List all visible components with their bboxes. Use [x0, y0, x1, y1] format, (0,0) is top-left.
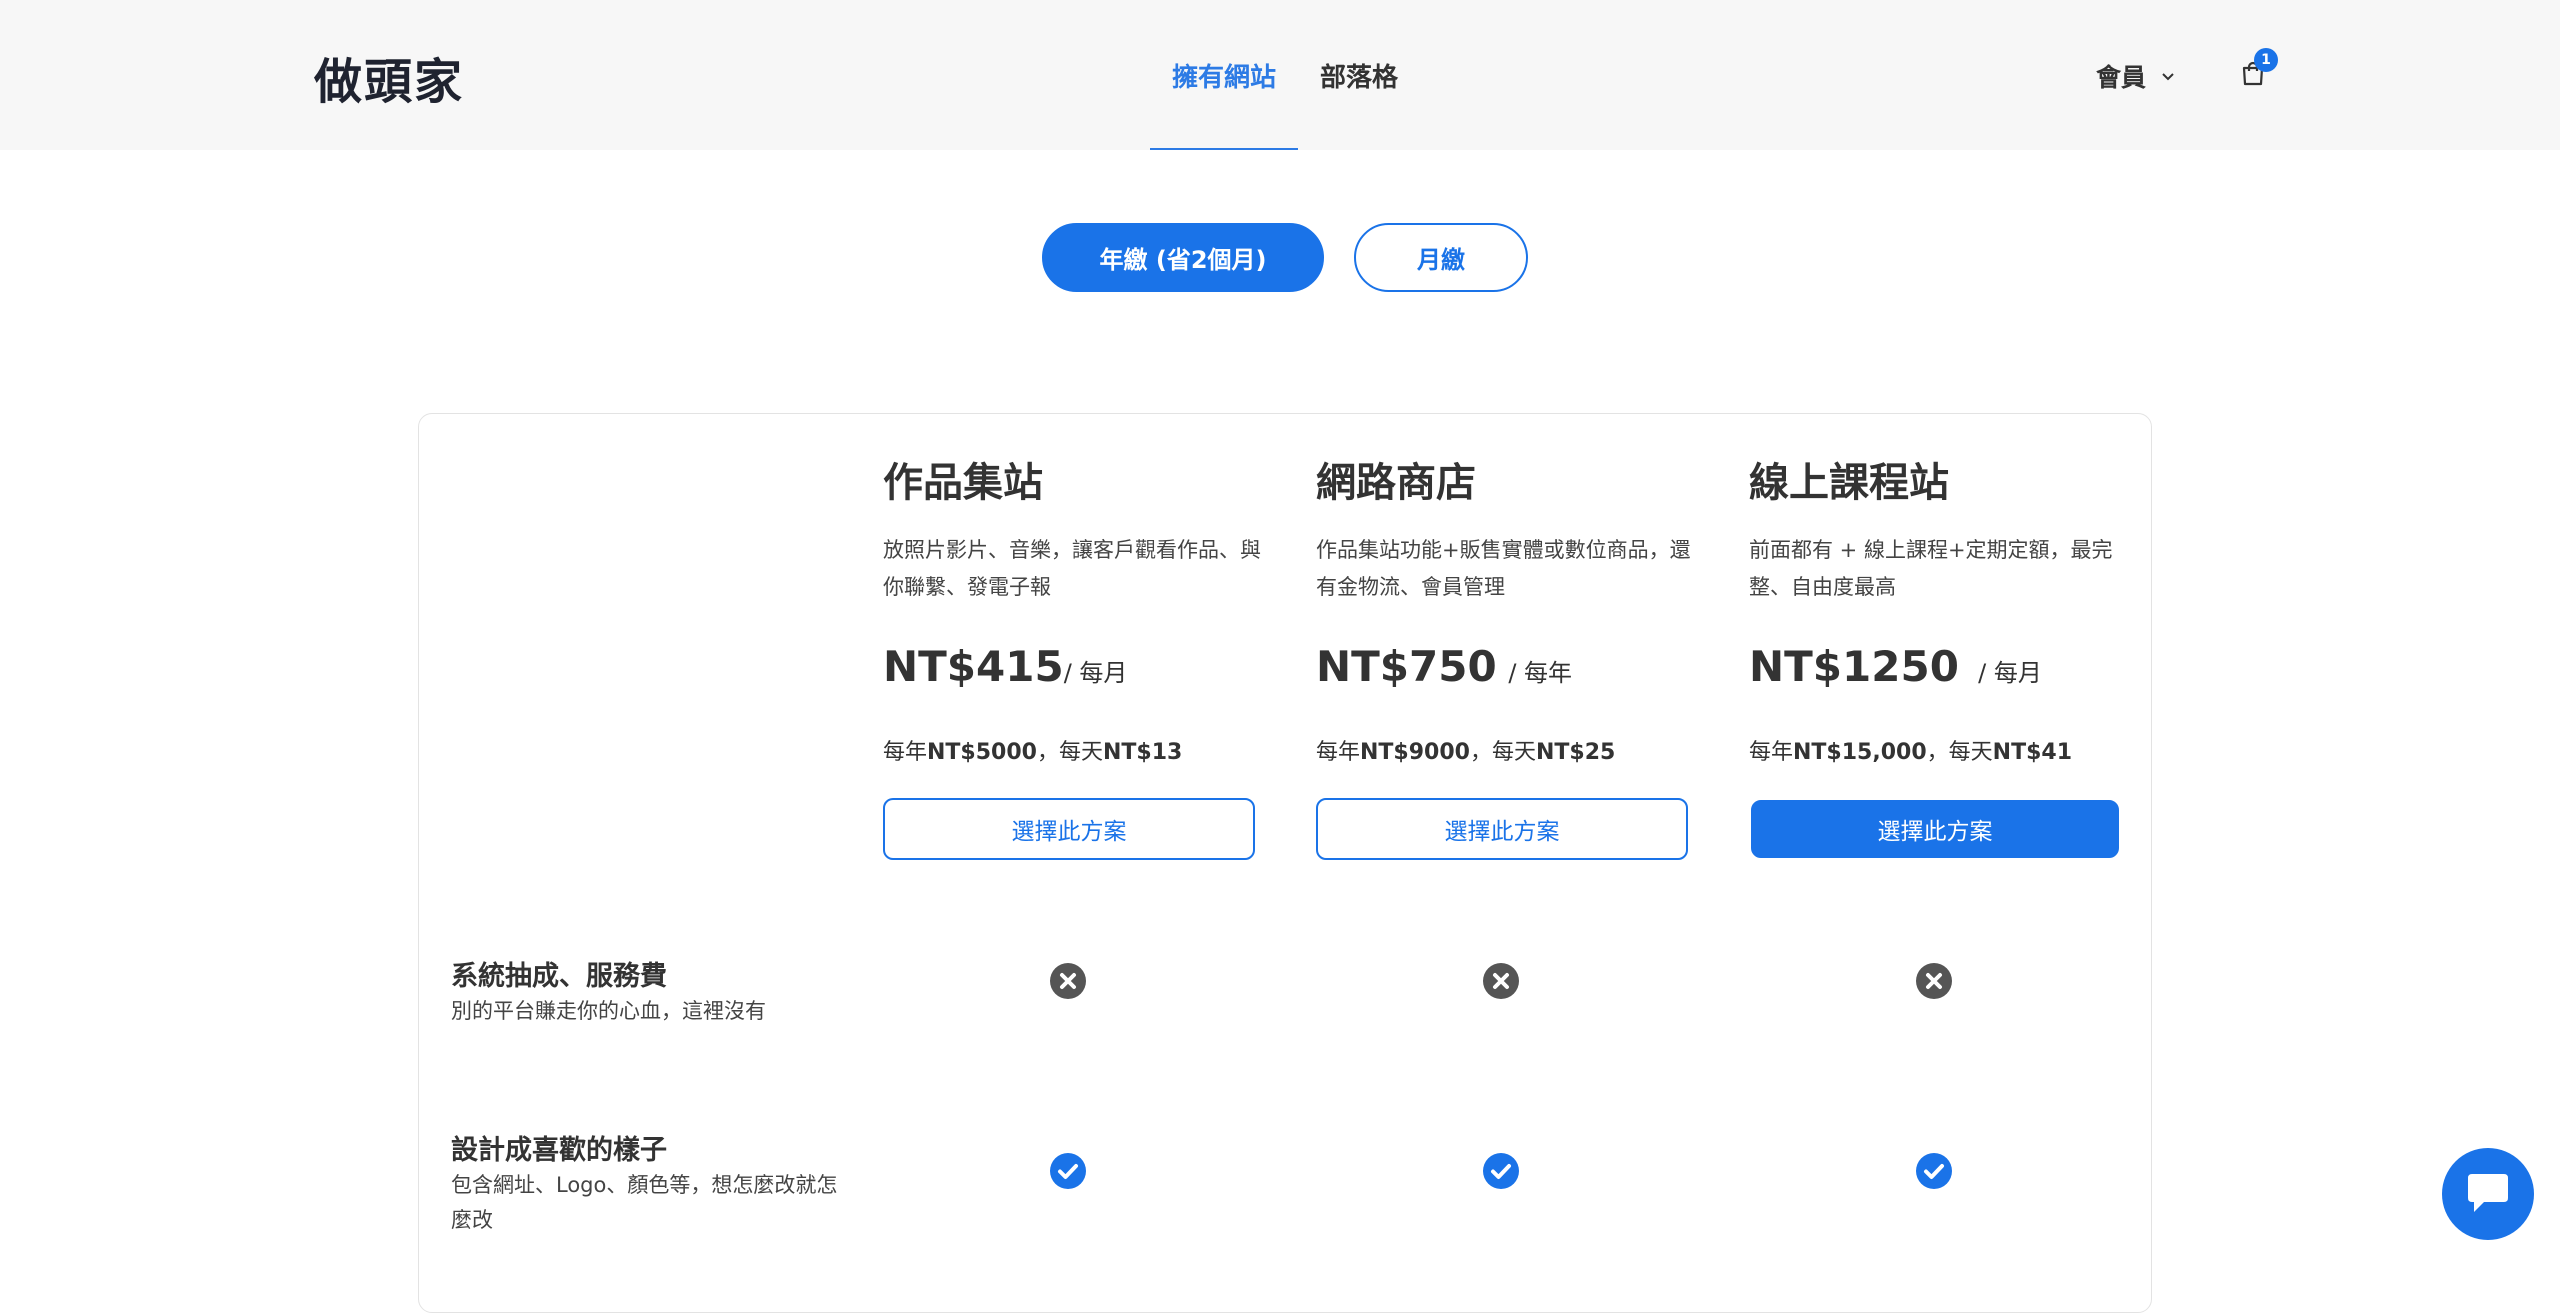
plan-price: NT$750 / 每年 — [1316, 642, 1572, 691]
daily-prefix: ，每天 — [1036, 740, 1103, 765]
plan-price: NT$1250 / 每月 — [1749, 642, 2042, 691]
feature-title: 設計成喜歡的樣子 — [451, 1135, 667, 1166]
monthly-billing-button[interactable]: 月繳 — [1354, 223, 1528, 292]
nav-item-label: 部落格 — [1320, 62, 1399, 93]
price-period: / 每月 — [1962, 659, 2042, 687]
yearly-amount: NT$9000 — [1360, 740, 1470, 765]
member-menu[interactable]: 會員 — [2096, 58, 2176, 94]
plan-name: 線上課程站 — [1749, 460, 1949, 506]
plan-name: 網路商店 — [1316, 460, 1476, 506]
chat-button[interactable] — [2442, 1148, 2534, 1240]
yearly-amount: NT$15,000 — [1793, 740, 1927, 765]
daily-amount: NT$25 — [1536, 740, 1616, 765]
feature-description: 別的平台賺走你的心血，這裡沒有 — [451, 999, 766, 1023]
cart-count-badge: 1 — [2254, 48, 2278, 72]
x-circle-icon — [1483, 963, 1519, 999]
cart-button[interactable]: 1 — [2240, 48, 2278, 90]
yearly-prefix: 每年 — [883, 740, 928, 765]
nav-item-label: 擁有網站 — [1172, 62, 1277, 93]
feature-description: 包含網址、Logo、顏色等，想怎麼改就怎麼改 — [451, 1173, 838, 1232]
price-period: / 每月 — [1063, 659, 1128, 687]
plan-yearly-cost: 每年NT$15,000，每天NT$41 — [1749, 734, 2072, 766]
nav-item-own-website[interactable]: 擁有網站 — [1150, 0, 1299, 150]
plan-description: 放照片影片、音樂，讓客戶觀看作品、與你聯繫、發電子報 — [883, 538, 1261, 599]
check-circle-icon — [1916, 1153, 1952, 1189]
chat-icon — [2468, 1174, 2508, 1212]
plan-name: 作品集站 — [883, 460, 1043, 506]
daily-amount: NT$41 — [1992, 740, 2072, 765]
check-circle-icon — [1050, 1153, 1086, 1189]
pricing-table: 作品集站 放照片影片、音樂，讓客戶觀看作品、與你聯繫、發電子報 NT$415/ … — [418, 413, 2152, 1313]
site-header: 做頭家 擁有網站 部落格 會員 1 — [0, 0, 2560, 150]
daily-amount: NT$13 — [1103, 740, 1183, 765]
x-circle-icon — [1050, 963, 1086, 999]
main-nav: 擁有網站 部落格 — [1150, 0, 1420, 150]
member-label: 會員 — [2096, 63, 2147, 92]
select-plan-button[interactable]: 選擇此方案 — [883, 798, 1255, 860]
select-plan-button[interactable]: 選擇此方案 — [1316, 798, 1688, 860]
yearly-amount: NT$5000 — [927, 740, 1037, 765]
plan-description: 前面都有 + 線上課程+定期定額，最完整、自由度最高 — [1749, 538, 2113, 599]
brand-logo[interactable]: 做頭家 — [314, 42, 464, 112]
feature-title: 系統抽成、服務費 — [451, 961, 667, 992]
plan-description: 作品集站功能+販售實體或數位商品，還有金物流、會員管理 — [1316, 538, 1691, 599]
price-amount: NT$1250 — [1749, 642, 1959, 691]
select-plan-button[interactable]: 選擇此方案 — [1751, 800, 2119, 858]
annual-billing-button[interactable]: 年繳 (省2個月) — [1042, 223, 1324, 292]
billing-toggle: 年繳 (省2個月) 月繳 — [1042, 223, 1528, 292]
chevron-down-icon — [2162, 73, 2174, 81]
x-circle-icon — [1916, 963, 1952, 999]
yearly-prefix: 每年 — [1316, 740, 1361, 765]
daily-prefix: ，每天 — [1926, 740, 1993, 765]
nav-item-blog[interactable]: 部落格 — [1298, 0, 1420, 150]
plan-yearly-cost: 每年NT$9000，每天NT$25 — [1316, 734, 1615, 766]
check-circle-icon — [1483, 1153, 1519, 1189]
price-period: / 每年 — [1500, 659, 1573, 687]
daily-prefix: ，每天 — [1469, 740, 1536, 765]
plan-price: NT$415/ 每月 — [883, 642, 1127, 691]
yearly-prefix: 每年 — [1749, 740, 1794, 765]
price-amount: NT$750 — [1316, 642, 1497, 691]
plan-yearly-cost: 每年NT$5000，每天NT$13 — [883, 734, 1182, 766]
price-amount: NT$415 — [883, 642, 1064, 691]
